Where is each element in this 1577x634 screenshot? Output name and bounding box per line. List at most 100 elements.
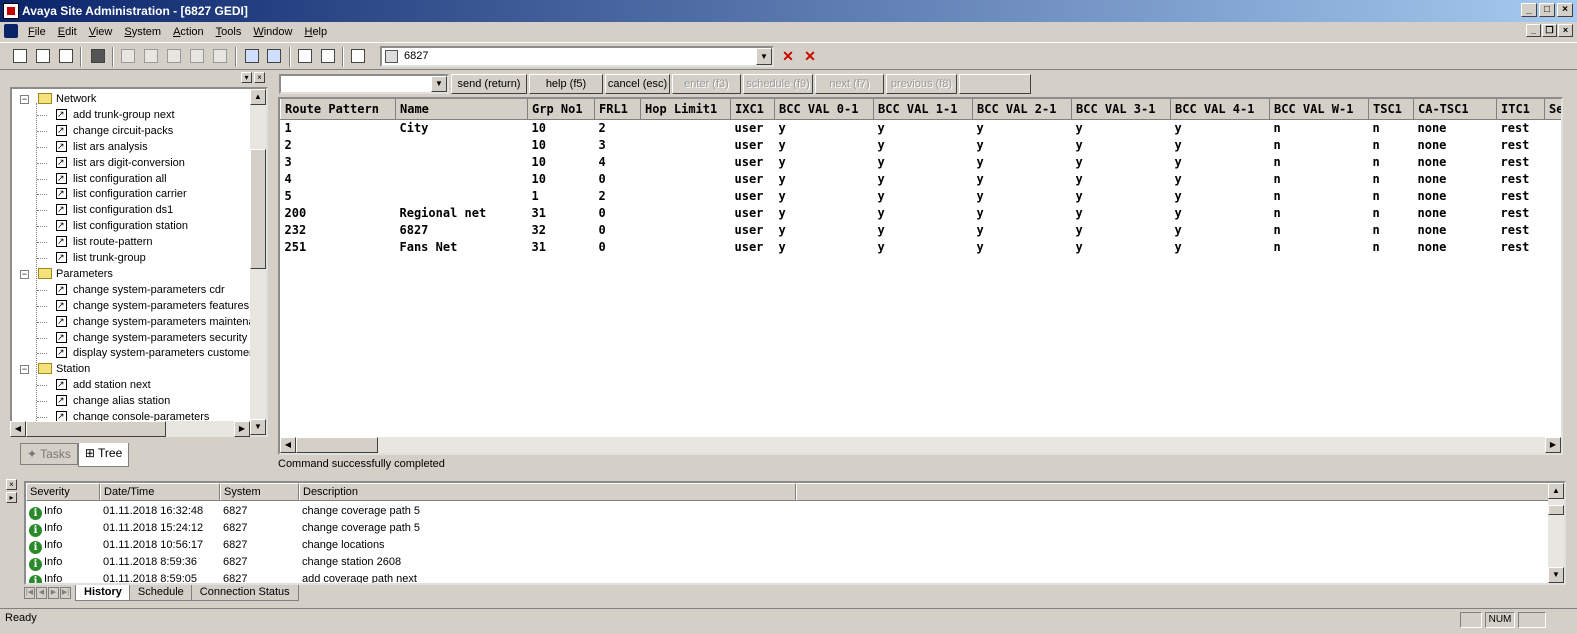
table-cell[interactable]: 2: [595, 119, 641, 136]
column-header[interactable]: Se: [1544, 99, 1561, 120]
table-row[interactable]: 5 1 2 user y y y y y n n none rest: [281, 187, 1562, 204]
table-cell[interactable]: [641, 204, 731, 221]
table-cell[interactable]: 232: [281, 221, 396, 238]
table-cell[interactable]: y: [1072, 204, 1171, 221]
table-cell[interactable]: y: [775, 119, 874, 136]
table-row[interactable]: 2 10 3 user y y y y y n n none rest: [281, 136, 1562, 153]
fkey-button[interactable]: enter (f3): [672, 74, 741, 94]
tree-command-item[interactable]: add station next: [37, 376, 151, 393]
log-row[interactable]: i Info 01.11.2018 15:24:12 6827 change cover…: [26, 520, 796, 537]
log-close-icon[interactable]: ×: [6, 479, 17, 490]
table-cell[interactable]: n: [1369, 153, 1414, 170]
column-header[interactable]: BCC VAL W-1: [1269, 99, 1369, 120]
table-cell[interactable]: y: [1171, 204, 1270, 221]
table-cell[interactable]: 31: [528, 238, 595, 255]
table-row[interactable]: 4 10 0 user y y y y y n n none rest: [281, 170, 1562, 187]
fkey-button[interactable]: previous (f8): [886, 74, 957, 94]
tree-command-item[interactable]: display system-parameters customer: [37, 344, 253, 361]
tree-horizontal-scrollbar[interactable]: ◀ ▶: [10, 421, 250, 437]
paste-icon[interactable]: [164, 46, 184, 66]
scroll-thumb[interactable]: [296, 437, 378, 453]
table-cell[interactable]: y: [973, 153, 1072, 170]
first-tab-icon[interactable]: |◀: [24, 587, 35, 599]
fkey-button[interactable]: [959, 74, 1031, 94]
fkey-button[interactable]: send (return): [451, 74, 527, 94]
chevron-down-icon[interactable]: ▼: [431, 76, 447, 92]
table-cell[interactable]: [396, 170, 528, 187]
table-cell[interactable]: user: [731, 170, 775, 187]
table-cell[interactable]: user: [731, 238, 775, 255]
tree-vertical-scrollbar[interactable]: ▲ ▼: [250, 89, 266, 435]
log-col-datetime[interactable]: Date/Time: [100, 483, 220, 501]
table-cell[interactable]: 10: [528, 119, 595, 136]
command-input[interactable]: ▼: [279, 74, 449, 94]
table-cell[interactable]: y: [874, 238, 973, 255]
table-cell[interactable]: user: [731, 187, 775, 204]
scroll-down-icon[interactable]: ▼: [1548, 567, 1564, 583]
fkey-button[interactable]: next (f7): [815, 74, 884, 94]
column-header[interactable]: CA-TSC1: [1413, 99, 1497, 120]
minimize-button[interactable]: _: [1521, 3, 1537, 17]
column-header[interactable]: FRL1: [594, 99, 641, 120]
table-cell[interactable]: none: [1414, 221, 1497, 238]
list-view-icon[interactable]: [264, 46, 284, 66]
menu-action[interactable]: Action: [167, 26, 210, 38]
table-cell[interactable]: n: [1270, 238, 1369, 255]
tree-command-item[interactable]: change alias station: [37, 392, 170, 409]
table-cell[interactable]: [641, 119, 731, 136]
log-row[interactable]: i Info 01.11.2018 8:59:05 6827 add coverage …: [26, 571, 796, 583]
log-col-severity[interactable]: Severity: [26, 483, 100, 501]
table-cell[interactable]: user: [731, 136, 775, 153]
tree-command-item[interactable]: list configuration ds1: [37, 201, 173, 218]
tab-history[interactable]: History: [75, 585, 131, 601]
fkey-button[interactable]: help (f5): [529, 74, 603, 94]
new-icon[interactable]: [10, 46, 30, 66]
table-cell[interactable]: n: [1270, 187, 1369, 204]
table-cell[interactable]: 5: [281, 187, 396, 204]
table-cell[interactable]: [641, 136, 731, 153]
tree-command-item[interactable]: change system-parameters cdr: [37, 281, 225, 298]
panel-dock-icon[interactable]: ▾: [241, 72, 252, 83]
table-cell[interactable]: n: [1369, 204, 1414, 221]
save-icon[interactable]: [56, 46, 76, 66]
table-cell[interactable]: [641, 238, 731, 255]
table-cell[interactable]: 3: [595, 136, 641, 153]
table-cell[interactable]: rest: [1497, 153, 1545, 170]
table-cell[interactable]: 0: [595, 238, 641, 255]
panel-close-icon[interactable]: ×: [254, 72, 265, 83]
maximize-button[interactable]: □: [1539, 3, 1555, 17]
tree-command-item[interactable]: change circuit-packs: [37, 122, 173, 139]
column-header[interactable]: BCC VAL 2-1: [972, 99, 1072, 120]
table-cell[interactable]: 6827: [396, 221, 528, 238]
log-row[interactable]: i Info 01.11.2018 8:59:36 6827 change statio…: [26, 554, 796, 571]
table-cell[interactable]: y: [973, 187, 1072, 204]
scroll-thumb[interactable]: [1548, 505, 1564, 515]
column-header[interactable]: BCC VAL 1-1: [873, 99, 973, 120]
table-cell[interactable]: user: [731, 119, 775, 136]
tree-view-icon[interactable]: [242, 46, 262, 66]
table-cell[interactable]: y: [874, 170, 973, 187]
tree-command-item[interactable]: add trunk-group next: [37, 106, 175, 123]
cut-icon[interactable]: [118, 46, 138, 66]
table-cell[interactable]: [641, 153, 731, 170]
tree-command-item[interactable]: list ars digit-conversion: [37, 154, 185, 171]
prev-tab-icon[interactable]: ◀: [36, 587, 47, 599]
table-cell[interactable]: 31: [528, 204, 595, 221]
table-cell[interactable]: rest: [1497, 136, 1545, 153]
table-cell[interactable]: y: [1171, 221, 1270, 238]
table-cell[interactable]: y: [973, 119, 1072, 136]
chevron-down-icon[interactable]: ▼: [756, 48, 772, 65]
tree-command-item[interactable]: change system-parameters features: [37, 297, 249, 314]
table-row[interactable]: 232 6827 32 0 user y y y y y n n none rest: [281, 221, 1562, 238]
table-cell[interactable]: y: [874, 204, 973, 221]
table-cell[interactable]: none: [1414, 187, 1497, 204]
tree-command-item[interactable]: list configuration all: [37, 170, 167, 187]
table-cell[interactable]: 4: [281, 170, 396, 187]
table-cell[interactable]: 2: [281, 136, 396, 153]
table-cell[interactable]: City: [396, 119, 528, 136]
collapse-icon[interactable]: −: [20, 95, 29, 104]
table-cell[interactable]: user: [731, 221, 775, 238]
tree-folder[interactable]: − Station: [20, 361, 90, 377]
tree-command-item[interactable]: list configuration station: [37, 217, 188, 234]
table-cell[interactable]: 4: [595, 153, 641, 170]
